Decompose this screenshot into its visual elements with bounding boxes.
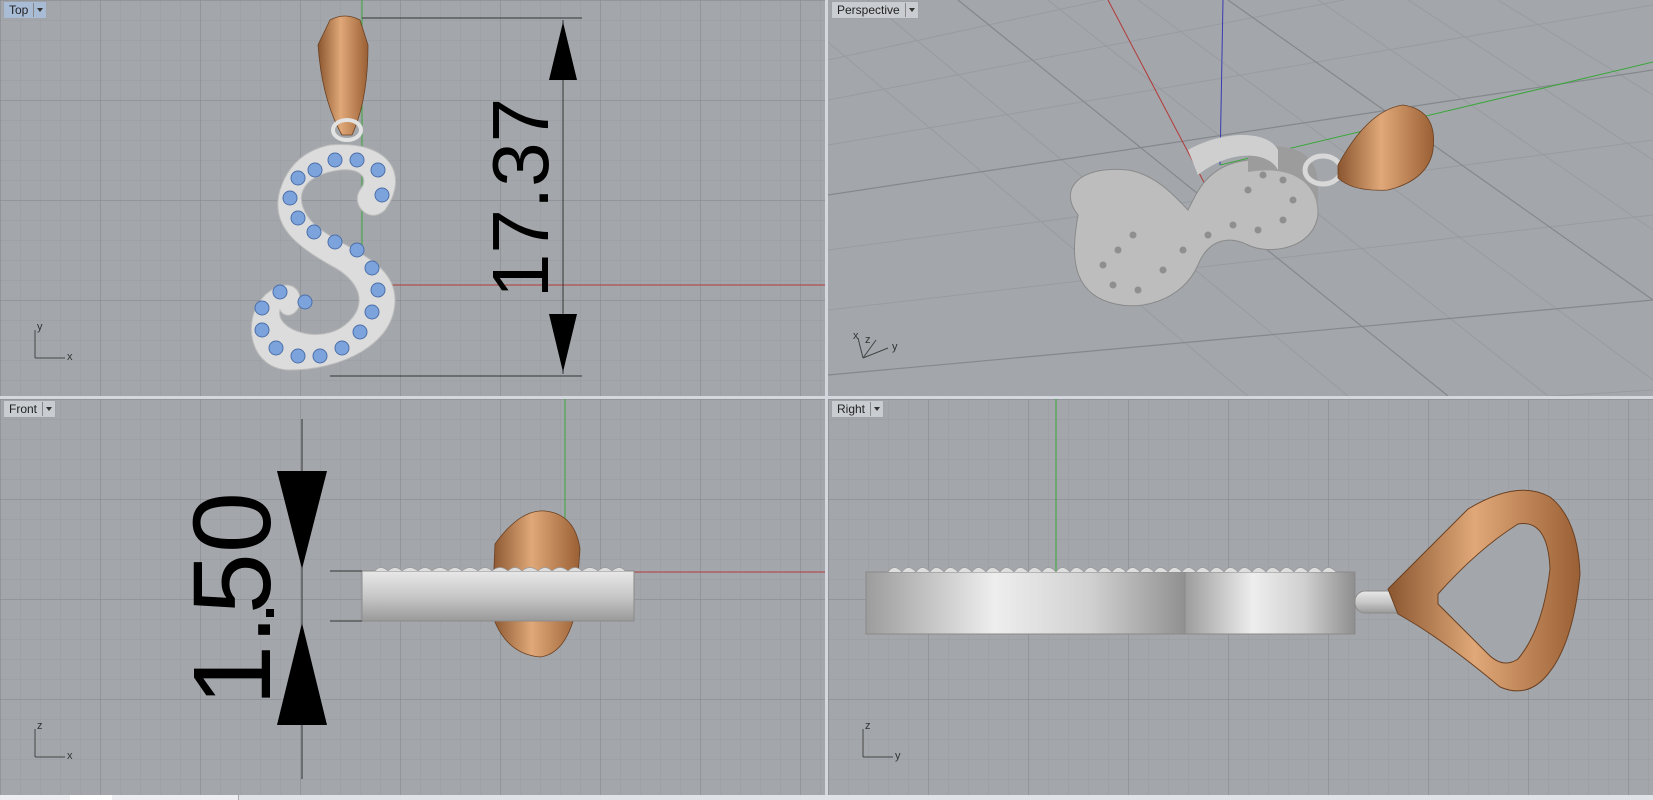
- axis-label-x: x: [67, 351, 73, 363]
- dimension-text-top: 17.37: [476, 98, 565, 298]
- top-view-canvas[interactable]: 17.37: [0, 0, 825, 396]
- axis-label-y: y: [895, 750, 901, 762]
- viewport-tab-perspective[interactable]: Perspective: [831, 1, 919, 19]
- viewport-tab-top[interactable]: Top: [3, 1, 48, 19]
- viewport-perspective[interactable]: Perspective x z y: [828, 0, 1653, 396]
- pendant-front: [361, 567, 635, 622]
- viewport-front[interactable]: 1.50 Front z x: [0, 399, 825, 795]
- letter-s-3d: [1069, 135, 1319, 307]
- axis-label-x: x: [853, 330, 859, 342]
- dimension-text-front: 1.50: [171, 492, 294, 706]
- axis-triad-persp: [857, 337, 889, 359]
- bottom-tab[interactable]: [112, 795, 155, 800]
- axis-label-z: z: [37, 720, 43, 732]
- bottom-tab[interactable]: [0, 795, 71, 800]
- viewport-tab-right[interactable]: Right: [831, 400, 885, 418]
- viewport-right[interactable]: Right z y: [828, 399, 1653, 795]
- viewport-tab-label: Perspective: [837, 3, 900, 17]
- bail-3d: [1302, 104, 1435, 191]
- viewport-top[interactable]: 17.37 Top y x: [0, 0, 825, 396]
- perspective-view-canvas[interactable]: [828, 0, 1653, 396]
- right-view-canvas[interactable]: [828, 399, 1653, 795]
- front-view-canvas[interactable]: 1.50: [0, 399, 825, 795]
- dropdown-arrow-icon[interactable]: [33, 3, 46, 17]
- bottom-tab[interactable]: [154, 795, 197, 800]
- viewport-tab-label: Right: [837, 402, 866, 416]
- dropdown-arrow-icon[interactable]: [870, 402, 883, 416]
- bottom-tab[interactable]: [196, 795, 239, 800]
- pendant-right: [865, 567, 1356, 635]
- axis-label-z: z: [865, 720, 871, 732]
- viewport-tabs-bar: [0, 795, 1653, 800]
- axis-label-y: y: [892, 341, 898, 353]
- dropdown-arrow-icon[interactable]: [42, 402, 55, 416]
- axis-label-z: z: [865, 334, 871, 346]
- dropdown-arrow-icon[interactable]: [904, 3, 918, 17]
- viewport-tab-label: Front: [9, 402, 38, 416]
- axis-label-x: x: [67, 750, 73, 762]
- axis-label-y: y: [37, 321, 43, 333]
- viewport-tab-label: Top: [9, 3, 29, 17]
- viewport-tab-front[interactable]: Front: [3, 400, 57, 418]
- bottom-tab[interactable]: [70, 795, 113, 800]
